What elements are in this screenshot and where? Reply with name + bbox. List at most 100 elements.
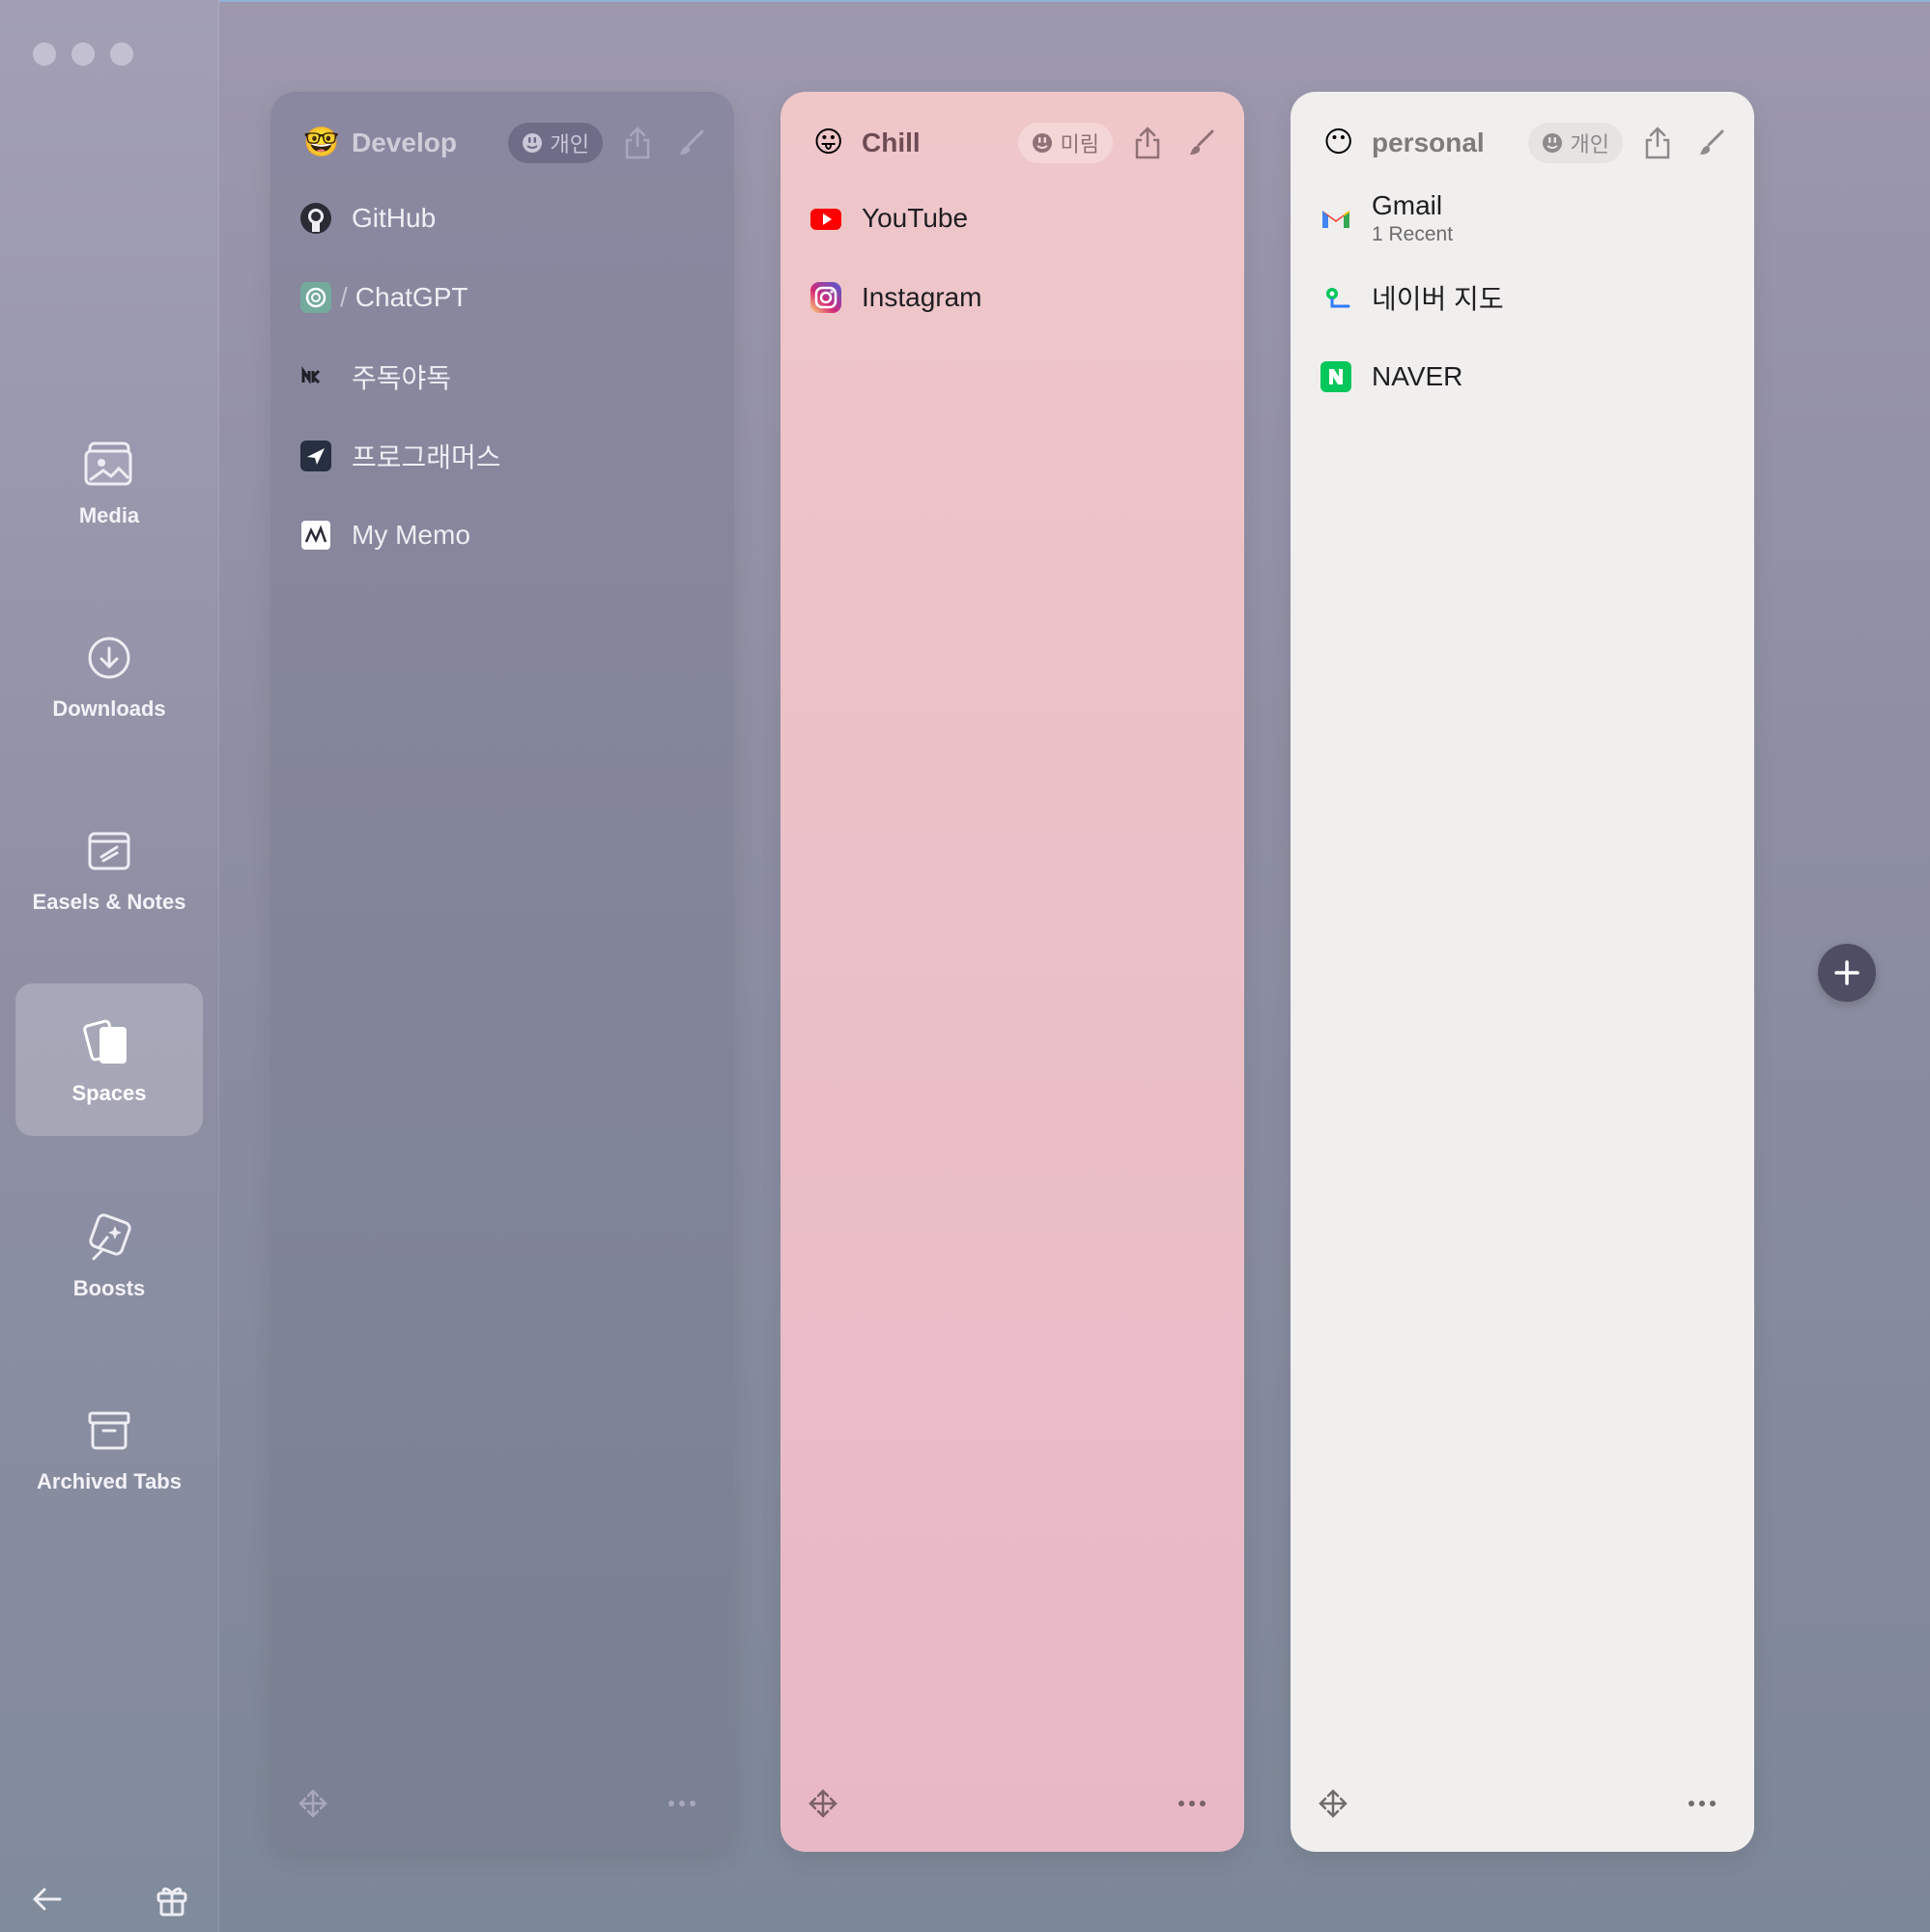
space-emoji[interactable]: 😛	[813, 128, 852, 157]
customize-space-button[interactable]	[672, 124, 711, 162]
space-card-develop[interactable]: 🤓 Develop 개인 GitHub / ChatGPT 주독야독 프로그래머…	[270, 92, 734, 1852]
tab-naver-map[interactable]: 네이버 지도	[1320, 258, 1725, 337]
sidebar-item-boosts[interactable]: Boosts	[15, 1179, 203, 1331]
tab-label: 주독야독	[352, 363, 452, 393]
memo-icon	[299, 519, 332, 552]
chatgpt-icon	[299, 281, 332, 314]
space-title[interactable]: personal	[1372, 128, 1528, 158]
profile-selector[interactable]: 개인	[507, 123, 603, 163]
media-icon	[84, 441, 132, 486]
sidebar-item-media[interactable]: Media	[15, 406, 203, 558]
sidebar-item-label: Spaces	[71, 1081, 147, 1105]
tab-programmers[interactable]: 프로그래머스	[299, 416, 705, 496]
sidebar-item-downloads[interactable]: Downloads	[15, 599, 203, 752]
add-space-button[interactable]	[1818, 944, 1876, 1002]
share-space-button[interactable]	[1128, 124, 1167, 162]
brush-icon	[1190, 129, 1214, 155]
move-icon	[298, 1789, 327, 1818]
profile-selector[interactable]: 미림	[1017, 123, 1113, 163]
tab-youtube[interactable]: YouTube	[809, 179, 1215, 258]
brush-icon	[1700, 129, 1724, 155]
easel-icon	[88, 832, 130, 870]
space-footer	[1314, 1784, 1721, 1823]
space-title[interactable]: Develop	[352, 128, 508, 158]
boost-icon	[89, 1213, 131, 1261]
move-space-button[interactable]	[1314, 1784, 1352, 1823]
arrow-left-icon[interactable]	[27, 1880, 66, 1918]
profile-smiley-icon	[522, 133, 542, 153]
space-footer	[804, 1784, 1211, 1823]
window-close-button[interactable]	[33, 43, 56, 66]
tab-recent-count: 1 Recent	[1372, 223, 1454, 245]
github-icon	[299, 202, 332, 235]
tab-label: NAVER	[1372, 361, 1463, 391]
brush-icon	[680, 129, 704, 155]
space-more-button[interactable]	[1683, 1784, 1721, 1823]
customize-space-button[interactable]	[1182, 124, 1221, 162]
move-icon	[809, 1789, 837, 1818]
window-minimize-button[interactable]	[71, 43, 95, 66]
nk-icon	[299, 360, 332, 393]
download-icon	[88, 637, 130, 679]
sidebar-item-archived-tabs[interactable]: Archived Tabs	[15, 1372, 203, 1524]
sidebar-item-label: Easels & Notes	[32, 890, 186, 914]
tab-folder-separator: /	[340, 282, 348, 312]
customize-space-button[interactable]	[1692, 124, 1731, 162]
move-space-button[interactable]	[804, 1784, 842, 1823]
space-more-button[interactable]	[1173, 1784, 1211, 1823]
tab-label: YouTube	[862, 203, 969, 233]
space-emoji[interactable]: 🤓	[303, 128, 342, 157]
programmers-icon	[299, 440, 332, 472]
sidebar: Media Downloads Easels & Notes Spaces Bo…	[0, 0, 219, 1932]
sidebar-item-easels-notes[interactable]: Easels & Notes	[15, 792, 203, 945]
sidebar-item-label: Media	[78, 503, 140, 527]
space-footer	[294, 1784, 701, 1823]
sidebar-item-spaces[interactable]: Spaces	[15, 983, 203, 1136]
space-title[interactable]: Chill	[862, 128, 1018, 158]
tab-github[interactable]: GitHub	[299, 179, 705, 258]
spaces-icon	[83, 1019, 127, 1064]
profile-selector[interactable]: 개인	[1527, 123, 1623, 163]
tab-label: Gmail	[1372, 190, 1443, 220]
tab-label: My Memo	[352, 520, 470, 550]
tab-label: GitHub	[352, 203, 437, 233]
space-emoji[interactable]: 😶	[1323, 128, 1362, 157]
move-space-button[interactable]	[294, 1784, 332, 1823]
tab-list: Gmail 1 Recent 네이버 지도 NAVER	[1320, 179, 1725, 416]
gift-icon[interactable]	[153, 1880, 191, 1918]
space-card-chill[interactable]: 😛 Chill 미림 YouTube Instagram	[781, 92, 1244, 1852]
tab-label: Instagram	[862, 282, 982, 312]
share-icon	[1135, 127, 1160, 159]
profile-label: 미림	[1060, 132, 1099, 156]
share-space-button[interactable]	[618, 124, 657, 162]
tab-instagram[interactable]: Instagram	[809, 258, 1215, 337]
sidebar-item-label: Archived Tabs	[37, 1469, 182, 1493]
space-card-personal[interactable]: 😶 personal 개인 Gmail 1 Recent 네이버 지도 NAVE…	[1291, 92, 1754, 1852]
space-header: 😛 Chill 미림	[813, 119, 1221, 167]
youtube-icon	[809, 202, 842, 235]
space-header: 😶 personal 개인	[1323, 119, 1731, 167]
move-icon	[1319, 1789, 1348, 1818]
space-more-button[interactable]	[663, 1784, 701, 1823]
share-space-button[interactable]	[1638, 124, 1677, 162]
tab-naver[interactable]: NAVER	[1320, 337, 1725, 416]
tab-my-memo[interactable]: My Memo	[299, 496, 705, 575]
profile-label: 개인	[1570, 132, 1609, 156]
tab-list: GitHub / ChatGPT 주독야독 프로그래머스 My Memo	[299, 179, 705, 575]
profile-smiley-icon	[1032, 133, 1052, 153]
tab-label: ChatGPT	[355, 282, 468, 312]
naver-map-icon	[1320, 281, 1352, 314]
tab-nk[interactable]: 주독야독	[299, 337, 705, 416]
tab-chatgpt[interactable]: / ChatGPT	[299, 258, 705, 337]
naver-icon	[1320, 360, 1352, 393]
window-zoom-button[interactable]	[110, 43, 133, 66]
space-header: 🤓 Develop 개인	[303, 119, 711, 167]
profile-label: 개인	[550, 132, 589, 156]
ellipsis-icon	[1689, 1801, 1716, 1806]
plus-icon	[1834, 960, 1859, 985]
share-icon	[625, 127, 650, 159]
archive-icon	[88, 1411, 130, 1450]
ellipsis-icon	[1178, 1801, 1206, 1806]
tab-label: 프로그래머스	[352, 442, 501, 472]
tab-gmail[interactable]: Gmail 1 Recent	[1320, 179, 1725, 258]
